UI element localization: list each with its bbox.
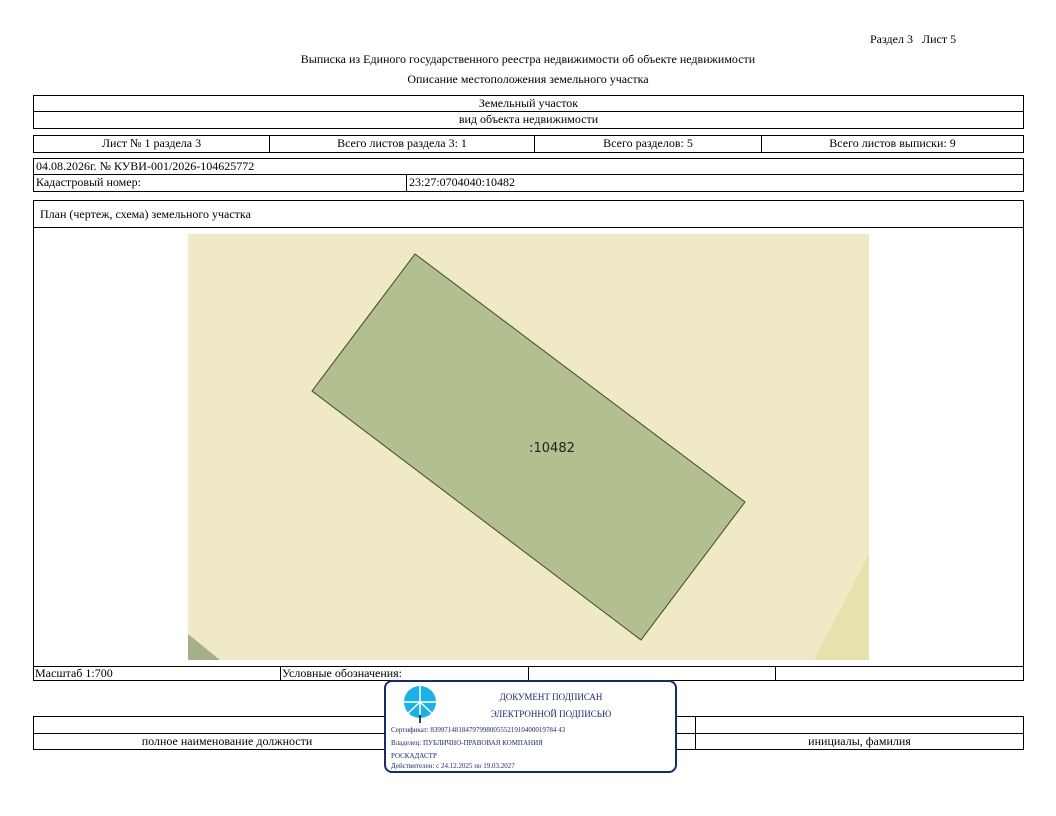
plan-map: :10482: [188, 234, 869, 660]
total-section-sheets: Всего листов раздела 3: 1: [269, 135, 535, 153]
stamp-emblem-icon: [404, 686, 436, 723]
cadastral-number: 23:27:0704040:10482: [406, 175, 1024, 192]
stamp-line1: ДОКУМЕНТ ПОДПИСАН: [499, 692, 603, 702]
plan-title: План (чертеж, схема) земельного участка: [33, 200, 1024, 228]
legend-cell-4: [775, 666, 1024, 681]
name-caption: инициалы, фамилия: [695, 733, 1024, 750]
legend-label: Условные обозначения:: [280, 666, 529, 681]
total-sections: Всего разделов: 5: [534, 135, 762, 153]
section-sheet: Раздел 3 Лист 5: [870, 32, 957, 46]
scale-label: Масштаб 1:700: [33, 666, 281, 681]
signature-position-field: [33, 716, 421, 734]
e-signature-stamp: ДОКУМЕНТ ПОДПИСАН ЭЛЕКТРОННОЙ ПОДПИСЬЮ С…: [384, 680, 677, 773]
parcel-label: :10482: [529, 441, 575, 456]
stamp-line2: ЭЛЕКТРОННОЙ ПОДПИСЬЮ: [490, 709, 612, 719]
object-type-caption: вид объекта недвижимости: [33, 112, 1024, 129]
stamp-owner-line2: РОСКАДАСТР: [391, 752, 437, 760]
signature-name-field: [695, 716, 1024, 734]
date-number: 04.08.2026г. № КУВИ-001/2026-104625772: [33, 158, 1024, 175]
stamp-certificate: Сертификат: 8399714818479799800555219104…: [391, 726, 566, 734]
document-subtitle: Описание местоположения земельного участ…: [407, 72, 649, 86]
legend-cell-3: [528, 666, 776, 681]
document-title: Выписка из Единого государственного реес…: [300, 52, 756, 66]
object-type: Земельный участок: [33, 95, 1024, 112]
position-caption: полное наименование должности: [33, 733, 421, 750]
stamp-owner-line1: Владелец: ПУБЛИЧНО-ПРАВОВАЯ КОМПАНИЯ: [391, 739, 543, 747]
stamp-validity: Действителен: с 24.12.2025 по 19.03.2027: [391, 762, 515, 770]
cadastral-label: Кадастровый номер:: [33, 175, 407, 192]
sheet-number: Лист № 1 раздела 3: [33, 135, 270, 153]
total-extract-sheets: Всего листов выписки: 9: [761, 135, 1024, 153]
